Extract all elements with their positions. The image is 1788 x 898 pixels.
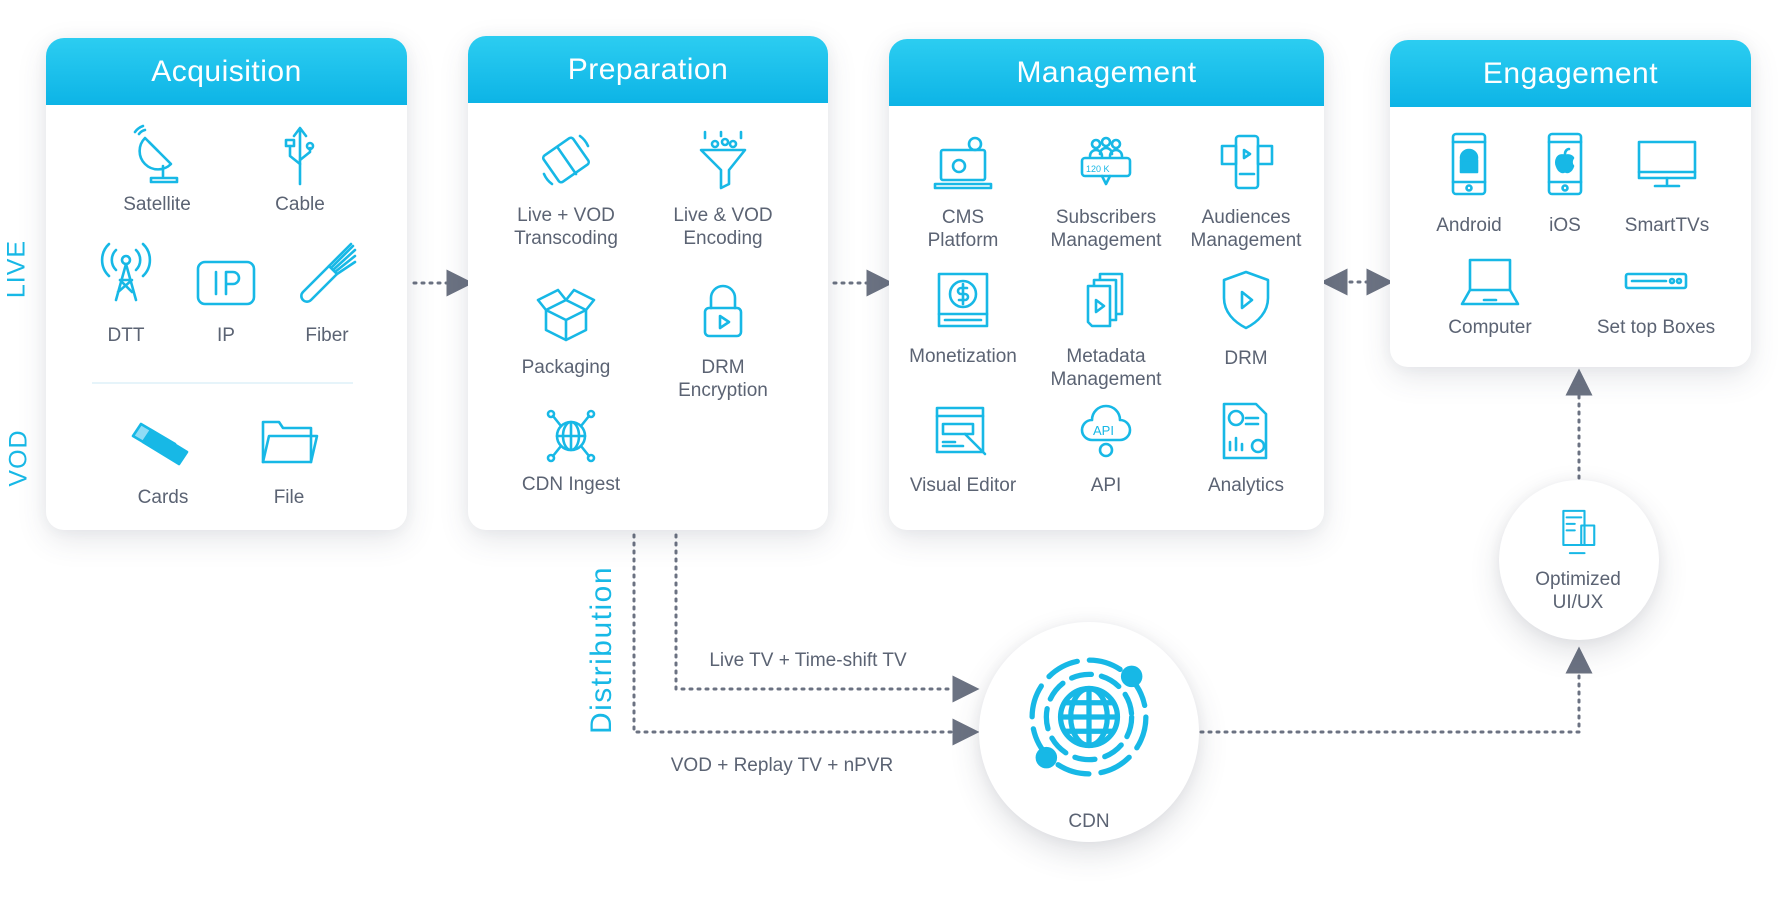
vod-path-label: VOD + Replay TV + nPVR [670,755,894,776]
acquisition-item-fiber-label: Fiber [305,325,349,346]
lock-play-icon [648,278,798,342]
acquisition-item-satellite-label: Satellite [123,194,191,215]
laptop-gear-icon [888,130,1038,194]
folder-icon [214,408,364,472]
shield-play-icon [1171,268,1321,332]
live-label: LIVE [2,239,31,299]
funnel-icon [648,128,798,192]
live-path-label: Live TV + Time-shift TV [709,650,907,671]
analytics-report-icon [1171,400,1321,464]
management-item-drm-label: DRM [1224,348,1268,369]
cdn-globe-icon [1014,652,1164,782]
management-item-api-label: API [1090,475,1122,496]
engagement-title: Engagement [1390,40,1751,107]
documents-play-icon [1031,268,1181,332]
engagement-item-set-top-boxes-label: Set top Boxes [1596,317,1716,338]
preparation-title: Preparation [468,36,828,103]
browser-brush-icon [888,400,1038,464]
preparation-item-packaging-label: Packaging [521,357,611,378]
engagement-item-computer-label: Computer [1448,317,1532,338]
globe-network-icon [496,404,646,468]
management-item-monetization-label: Monetization [909,346,1017,367]
satellite-dish-icon [82,124,232,188]
engagement-item-smarttvs-label: SmartTVs [1624,215,1710,236]
film-strip-icon [491,128,641,192]
preparation-item-live-vod-encoding-label: Live & VOD Encoding [673,205,773,249]
management-item-audiences-management-label: Audiences Management [1190,207,1302,251]
svg-text:API: API [1093,423,1114,438]
management-item-visual-editor-label: Visual Editor [909,475,1017,496]
management-item-subscribers-management-label: Subscribers Management [1050,207,1162,251]
dollar-screen-icon [888,268,1038,332]
svg-text:120 K: 120 K [1086,164,1110,174]
api-cloud-icon: API [1031,400,1181,464]
management-item-cms-platform-label: CMS Platform [927,207,999,251]
preparation-item-cdn-ingest-label: CDN Ingest [521,474,621,495]
cdn-label: CDN [1068,811,1110,832]
preparation-item-live-vod-transcoding-label: Live + VOD Transcoding [514,205,618,249]
acquisition-title: Acquisition [46,38,407,105]
acquisition-item-file-label: File [273,487,305,508]
optimized-ui-node [1499,480,1659,640]
optimized-ui-ux-label: Optimized UI/UX [1535,569,1621,613]
fiber-optic-icon [252,240,402,304]
laptop-icon [1415,250,1565,314]
acquisition-item-cable-label: Cable [275,194,325,215]
usb-cable-icon [225,124,375,188]
ui-screens-icon [1503,506,1653,558]
tv-icon [1592,132,1742,196]
subscribers-icon: 120 K [1031,130,1181,194]
arrow-vod-path [632,533,980,746]
vod-label: VOD [4,429,33,487]
audience-phone-icon [1171,130,1321,194]
distribution-label: Distribution [585,565,618,735]
management-item-metadata-management-label: Metadata Management [1050,346,1162,390]
set-top-box-icon [1581,250,1731,314]
box-icon [491,278,641,342]
management-item-analytics-label: Analytics [1207,475,1285,496]
arrow-cdn-to-ui [1199,646,1593,734]
live-vod-divider [92,382,353,384]
management-title: Management [889,39,1324,106]
preparation-item-drm-encryption-label: DRM Encryption [678,357,768,401]
